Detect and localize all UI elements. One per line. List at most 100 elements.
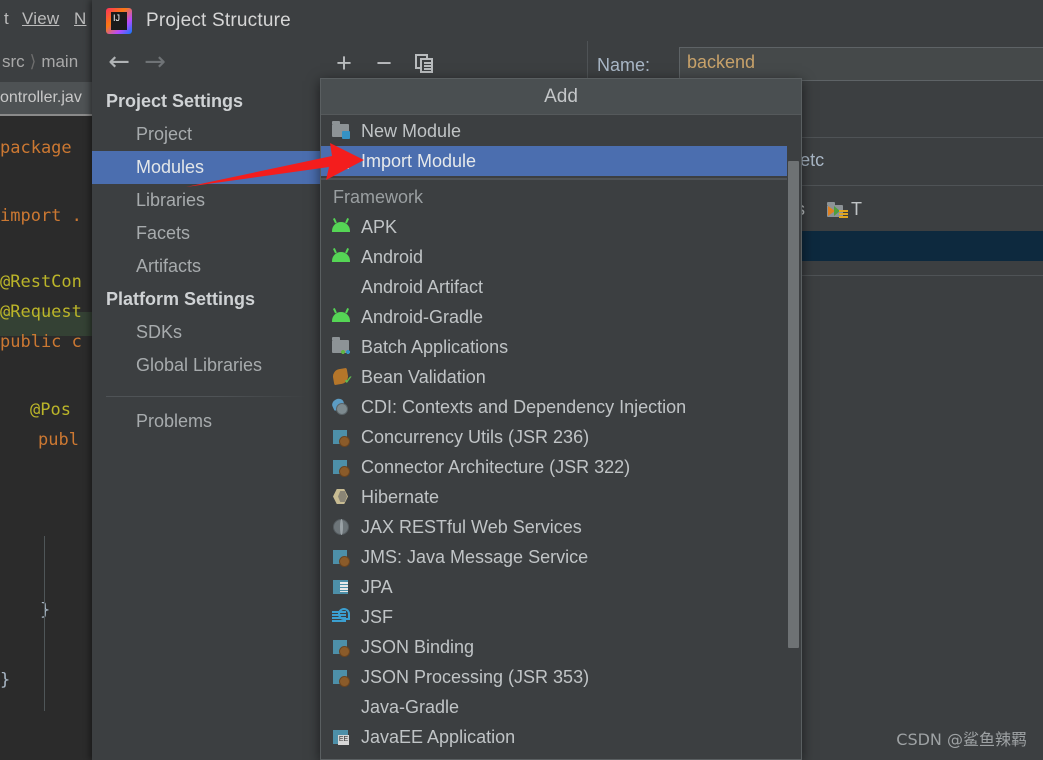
add-item-import-module[interactable]: Import Module	[321, 146, 801, 176]
add-item-label: JMS: Java Message Service	[361, 546, 589, 567]
add-item-label: Hibernate	[361, 486, 440, 507]
add-item-label: APK	[361, 216, 398, 237]
add-item-label: Import Module	[361, 150, 477, 171]
android-icon	[331, 307, 351, 327]
code-line-import: import .	[0, 206, 82, 226]
add-item-label: JSON Processing (JSR 353)	[361, 666, 590, 687]
add-popup-title: Add	[321, 79, 801, 115]
sidebar-group-platform-settings: Platform Settings	[106, 289, 256, 309]
add-item-connector-architecture[interactable]: Connector Architecture (JSR 322)	[321, 452, 801, 482]
editor-tab[interactable]: ontroller.jav	[0, 82, 92, 116]
jsf-icon	[331, 607, 351, 627]
add-item-json-processing[interactable]: JSON Processing (JSR 353)	[321, 662, 801, 692]
add-popup-scrollbar-thumb[interactable]	[788, 161, 799, 648]
menu-item-edit[interactable]: t	[4, 9, 9, 29]
javaee-icon	[331, 727, 351, 747]
add-item-jax-restful[interactable]: JAX RESTful Web Services	[321, 512, 801, 542]
add-popup-scrollbar[interactable]	[787, 116, 801, 759]
breadcrumb-src[interactable]: src	[0, 52, 25, 72]
add-item-jsf[interactable]: JSF	[321, 602, 801, 632]
jsr-bean-icon	[331, 457, 351, 477]
chevron-right-icon: ⟩	[29, 51, 37, 71]
sidebar-item-project[interactable]: Project	[92, 118, 321, 151]
folder-test-resources-icon	[827, 201, 848, 219]
add-item-label: Android	[361, 246, 424, 267]
arrow-right-icon[interactable]: →	[142, 49, 168, 75]
jsr-bean-icon	[331, 637, 351, 657]
blank-icon	[331, 277, 351, 297]
add-section-label: Framework	[333, 186, 424, 207]
sidebar-divider	[106, 396, 307, 397]
folder-batch-icon	[331, 337, 351, 357]
add-item-java-gradle[interactable]: Java-Gradle	[321, 692, 801, 722]
add-popup-list[interactable]: New Module Import Module Framework APK A…	[321, 116, 801, 760]
sidebar-item-facets[interactable]: Facets	[92, 217, 321, 250]
add-item-json-binding[interactable]: JSON Binding	[321, 632, 801, 662]
indent-guide	[44, 536, 45, 711]
dialog-sidebar: Project Settings Project Modules Librari…	[92, 85, 321, 760]
add-item-label: Bean Validation	[361, 366, 486, 387]
add-popup: Add New Module Import Module Framework A…	[320, 78, 802, 760]
jsr-bean-icon	[331, 427, 351, 447]
jsr-bean-icon	[331, 667, 351, 687]
arrow-left-icon[interactable]: ←	[106, 49, 132, 75]
add-item-concurrency-utils[interactable]: Concurrency Utils (JSR 236)	[321, 422, 801, 452]
add-item-label: CDI: Contexts and Dependency Injection	[361, 396, 687, 417]
add-item-jms[interactable]: JMS: Java Message Service	[321, 542, 801, 572]
sidebar-item-libraries[interactable]: Libraries	[92, 184, 321, 217]
sidebar-item-sdks[interactable]: SDKs	[92, 316, 321, 349]
android-icon	[331, 247, 351, 267]
breadcrumb[interactable]: src ⟩ main	[0, 41, 92, 82]
code-line-requestmapping: @Request	[0, 302, 82, 322]
add-item-label: Concurrency Utils (JSR 236)	[361, 426, 590, 447]
menu-item-navigate[interactable]: N	[74, 9, 86, 29]
sidebar-item-artifacts[interactable]: Artifacts	[92, 250, 321, 283]
copy-icon	[415, 53, 433, 73]
add-item-apk[interactable]: APK	[321, 212, 801, 242]
code-editor[interactable]: package import . @RestCon @Request publi…	[0, 116, 92, 760]
module-name-input[interactable]: backend	[679, 47, 1043, 81]
import-module-icon	[331, 151, 351, 171]
add-item-label: JSON Binding	[361, 636, 475, 657]
menu-item-view[interactable]: View	[22, 9, 59, 29]
dialog-title: Project Structure	[146, 9, 291, 31]
code-line-postmapping: @Pos	[30, 400, 71, 420]
add-item-label: JPA	[361, 576, 393, 597]
add-module-button[interactable]: +	[328, 47, 360, 79]
mark-test-resources-label: T	[851, 199, 862, 219]
add-item-cdi[interactable]: CDI: Contexts and Dependency Injection	[321, 392, 801, 422]
add-item-new-module[interactable]: New Module	[321, 116, 801, 146]
add-item-jpa[interactable]: JPA	[321, 572, 801, 602]
cdi-icon	[331, 397, 351, 417]
add-popup-separator	[321, 178, 797, 180]
code-line-public-class: public c	[0, 332, 82, 352]
add-item-android[interactable]: Android	[321, 242, 801, 272]
sidebar-item-modules[interactable]: Modules	[92, 151, 321, 184]
hibernate-icon	[331, 487, 351, 507]
add-item-hibernate[interactable]: Hibernate	[321, 482, 801, 512]
editor-tab-label: ontroller.jav	[0, 89, 82, 106]
add-item-android-artifact[interactable]: Android Artifact	[321, 272, 801, 302]
sidebar-item-problems[interactable]: Problems	[92, 405, 321, 438]
remove-module-button[interactable]: −	[368, 47, 400, 79]
android-icon	[331, 217, 351, 237]
add-item-android-gradle[interactable]: Android-Gradle	[321, 302, 801, 332]
sidebar-group-project-settings: Project Settings	[106, 91, 244, 111]
add-item-label: JAX RESTful Web Services	[361, 516, 582, 537]
add-item-label: Java-Gradle	[361, 696, 460, 717]
add-item-javaee-application[interactable]: JavaEE Application	[321, 722, 801, 752]
code-line-close-class: }	[0, 670, 11, 690]
mark-test-resources-button[interactable]: T	[827, 199, 862, 220]
blank-icon	[331, 697, 351, 717]
sidebar-item-global-libraries[interactable]: Global Libraries	[92, 349, 321, 382]
copy-module-button[interactable]	[408, 47, 440, 79]
breadcrumb-main[interactable]: main	[41, 52, 78, 72]
add-item-label: Batch Applications	[361, 336, 509, 357]
add-item-label: JavaEE Application	[361, 726, 516, 747]
code-line-restcontroller: @RestCon	[0, 272, 82, 292]
add-item-batch-applications[interactable]: Batch Applications	[321, 332, 801, 362]
add-item-javaee-security[interactable]: JavaEE Security	[321, 752, 801, 760]
add-item-label: New Module	[361, 120, 462, 141]
bean-validation-icon	[331, 367, 351, 387]
add-item-bean-validation[interactable]: Bean Validation	[321, 362, 801, 392]
